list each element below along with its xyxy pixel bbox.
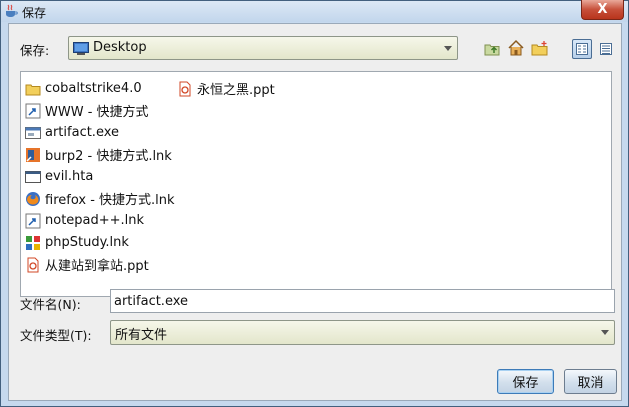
save-dialog: 保存 X 保存: Desktop cobaltstrike4.0 WWW - 快… [0,0,629,407]
list-item[interactable]: artifact.exe [25,122,119,143]
file-name: cobaltstrike4.0 [45,81,142,96]
file-name: artifact.exe [45,125,120,140]
java-cup-icon [6,4,18,17]
filetype-label: 文件类型(T): [20,328,92,343]
file-name: 永恒之黑.ppt [197,83,275,98]
filetype-combo[interactable]: 所有文件 [110,320,615,345]
chevron-down-icon[interactable] [439,37,457,59]
file-name: phpStudy.lnk [45,235,129,250]
file-name: firefox - 快捷方式.lnk [45,193,175,208]
save-in-value: Desktop [93,40,147,55]
list-item[interactable]: WWW - 快捷方式 [25,100,149,121]
list-item[interactable]: firefox - 快捷方式.lnk [25,188,175,209]
filename-input[interactable] [111,290,614,312]
file-name: burp2 - 快捷方式.lnk [45,149,172,164]
filetype-value: 所有文件 [115,328,168,343]
file-name: WWW - 快捷方式 [45,105,149,120]
new-folder-icon[interactable] [531,40,549,58]
notepad-shortcut-icon [25,213,41,228]
dialog-body: 保存: Desktop cobaltstrike4.0 WWW - 快捷方式 a… [8,23,622,401]
save-in-combo[interactable]: Desktop [68,36,458,60]
phpstudy-shortcut-icon [26,235,40,250]
list-item[interactable]: phpStudy.lnk [25,232,129,253]
list-item[interactable]: cobaltstrike4.0 [25,78,142,99]
folder-icon [25,84,41,95]
details-view-icon [600,43,612,55]
filename-field[interactable] [110,289,615,313]
desktop-icon [73,42,89,55]
list-item[interactable]: 永恒之黑.ppt [177,78,275,99]
ppt-icon [179,81,191,96]
window-title: 保存 [22,6,47,20]
save-button[interactable]: 保存 [497,369,554,394]
list-item[interactable]: 从建站到拿站.ppt [25,254,149,275]
title-bar[interactable]: 保存 X [1,0,628,22]
exe-icon [25,126,41,139]
chevron-down-icon[interactable] [596,321,614,344]
file-list[interactable]: cobaltstrike4.0 WWW - 快捷方式 artifact.exe … [20,71,612,297]
details-view-button[interactable] [596,39,616,59]
file-name: evil.hta [45,169,94,184]
burp-shortcut-icon [26,147,40,162]
close-button[interactable]: X [581,0,624,20]
list-view-icon [576,43,588,55]
folder-up-icon[interactable] [483,40,501,58]
list-item[interactable]: evil.hta [25,166,93,187]
home-icon[interactable] [507,39,525,57]
save-in-label: 保存: [20,43,50,58]
firefox-shortcut-icon [26,191,40,206]
list-item[interactable]: burp2 - 快捷方式.lnk [25,144,172,165]
list-view-button[interactable] [572,39,592,59]
file-name: 从建站到拿站.ppt [45,259,149,274]
list-item[interactable]: notepad++.lnk [25,210,144,231]
close-icon: X [597,2,608,17]
filename-label: 文件名(N): [20,297,81,312]
shortcut-icon [25,103,41,118]
ppt-icon [27,257,39,272]
cancel-button[interactable]: 取消 [564,369,617,394]
hta-icon [25,170,41,183]
file-name: notepad++.lnk [45,213,145,228]
